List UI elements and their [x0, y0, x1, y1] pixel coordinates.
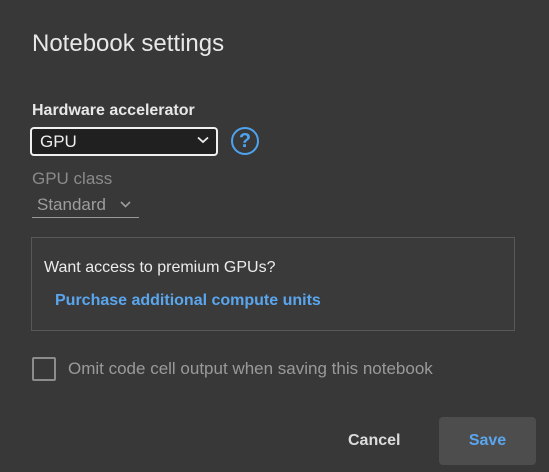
chevron-down-icon [197, 136, 209, 144]
chevron-down-icon [120, 201, 131, 208]
purchase-compute-units-link[interactable]: Purchase additional compute units [55, 292, 321, 310]
omit-output-checkbox[interactable] [32, 357, 56, 381]
hardware-accelerator-select[interactable]: GPU [30, 127, 218, 156]
hardware-accelerator-value: GPU [40, 132, 77, 151]
gpu-class-label: GPU class [32, 169, 113, 188]
cancel-button[interactable]: Cancel [348, 432, 400, 450]
premium-gpu-panel: Want access to premium GPUs? Purchase ad… [31, 237, 515, 331]
gpu-class-select[interactable]: Standard [32, 193, 139, 218]
premium-gpu-question: Want access to premium GPUs? [44, 259, 276, 276]
dialog-title: Notebook settings [32, 30, 225, 57]
hardware-accelerator-label: Hardware accelerator [32, 102, 195, 119]
save-button[interactable]: Save [439, 417, 536, 465]
gpu-class-value: Standard [37, 195, 106, 214]
omit-output-label[interactable]: Omit code cell output when saving this n… [68, 359, 433, 379]
question-circle-icon[interactable]: ? [231, 127, 259, 155]
